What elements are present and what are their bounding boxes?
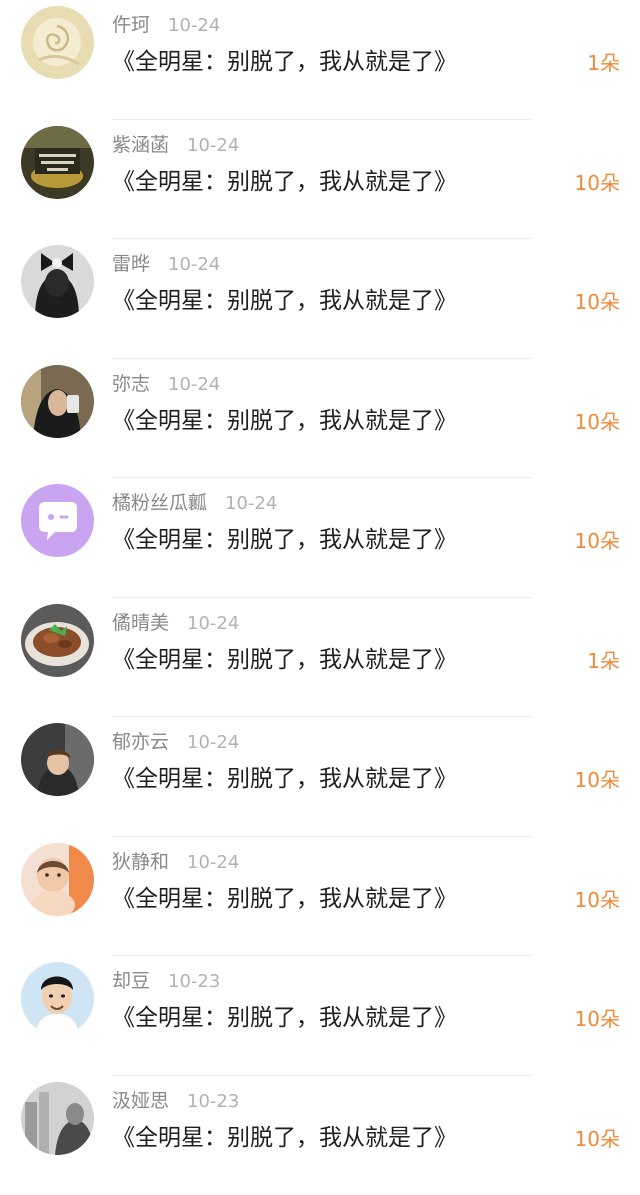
flower-count: 10朵	[575, 884, 620, 916]
item-title[interactable]: 《全明星：别脱了，我从就是了》	[112, 403, 457, 439]
item-date: 10-24	[187, 135, 239, 156]
flower-count: 10朵	[575, 406, 620, 438]
item-date: 10-24	[168, 254, 220, 275]
item-title[interactable]: 《全明星：别脱了，我从就是了》	[112, 1000, 457, 1036]
item-date: 10-23	[168, 971, 220, 992]
list-item[interactable]: 狄静和 10-24 《全明星：别脱了，我从就是了》 10朵	[0, 837, 640, 957]
item-meta: 橘粉丝瓜瓤 10-24	[112, 488, 277, 518]
item-meta: 却豆 10-23	[112, 966, 220, 996]
grey-photo-avatar[interactable]	[21, 1082, 94, 1155]
item-date: 10-23	[187, 1091, 239, 1112]
food-avatar[interactable]	[21, 604, 94, 677]
reward-list: 仵珂 10-24 《全明星：别脱了，我从就是了》 1朵 紫涵菡 10-24 《全明星…	[0, 0, 640, 1173]
item-title[interactable]: 《全明星：别脱了，我从就是了》	[112, 44, 457, 80]
flower-count: 1朵	[587, 645, 620, 677]
user-name[interactable]: 弥志	[112, 373, 150, 395]
flower-count: 10朵	[575, 525, 620, 557]
flower-count: 10朵	[575, 1123, 620, 1155]
item-date: 10-24	[225, 493, 277, 514]
flower-count: 10朵	[575, 286, 620, 318]
list-item[interactable]: 紫涵菡 10-24 《全明星：别脱了，我从就是了》 10朵	[0, 120, 640, 240]
list-item[interactable]: 仵珂 10-24 《全明星：别脱了，我从就是了》 1朵	[0, 0, 640, 120]
user-name[interactable]: 狄静和	[112, 851, 169, 873]
flower-count: 1朵	[587, 47, 620, 79]
list-item[interactable]: 弥志 10-24 《全明星：别脱了，我从就是了》 10朵	[0, 359, 640, 479]
item-title[interactable]: 《全明星：别脱了，我从就是了》	[112, 761, 457, 797]
flower-count: 10朵	[575, 1003, 620, 1035]
user-name[interactable]: 仵珂	[112, 14, 150, 36]
item-meta: 紫涵菡 10-24	[112, 130, 239, 160]
item-title[interactable]: 《全明星：别脱了，我从就是了》	[112, 164, 457, 200]
item-meta: 汲娅思 10-23	[112, 1086, 239, 1116]
chat-bubble-avatar[interactable]	[21, 484, 94, 557]
user-name[interactable]: 紫涵菡	[112, 134, 169, 156]
user-name[interactable]: 雷晔	[112, 253, 150, 275]
item-meta: 仵珂 10-24	[112, 10, 220, 40]
item-meta: 狄静和 10-24	[112, 847, 239, 877]
item-date: 10-24	[168, 15, 220, 36]
selfie-girl-avatar[interactable]	[21, 365, 94, 438]
item-meta: 雷晔 10-24	[112, 249, 220, 279]
user-name[interactable]: 僪晴美	[112, 612, 169, 634]
item-date: 10-24	[187, 732, 239, 753]
item-title[interactable]: 《全明星：别脱了，我从就是了》	[112, 881, 457, 917]
rose-avatar[interactable]	[21, 6, 94, 79]
flower-count: 10朵	[575, 764, 620, 796]
user-name[interactable]: 汲娅思	[112, 1090, 169, 1112]
baby-avatar[interactable]	[21, 843, 94, 916]
item-date: 10-24	[187, 852, 239, 873]
flower-count: 10朵	[575, 167, 620, 199]
item-date: 10-24	[168, 374, 220, 395]
user-name[interactable]: 橘粉丝瓜瓤	[112, 492, 207, 514]
user-name[interactable]: 却豆	[112, 970, 150, 992]
list-item[interactable]: 橘粉丝瓜瓤 10-24 《全明星：别脱了，我从就是了》 10朵	[0, 478, 640, 598]
list-item[interactable]: 却豆 10-23 《全明星：别脱了，我从就是了》 10朵	[0, 956, 640, 1076]
item-title[interactable]: 《全明星：别脱了，我从就是了》	[112, 522, 457, 558]
list-item[interactable]: 雷晔 10-24 《全明星：别脱了，我从就是了》 10朵	[0, 239, 640, 359]
bow-girl-avatar[interactable]	[21, 245, 94, 318]
list-item[interactable]: 僪晴美 10-24 《全明星：别脱了，我从就是了》 1朵	[0, 598, 640, 718]
cartoon-man-avatar[interactable]	[21, 962, 94, 1035]
item-meta: 僪晴美 10-24	[112, 608, 239, 638]
september-avatar[interactable]	[21, 126, 94, 199]
item-meta: 弥志 10-24	[112, 369, 220, 399]
item-title[interactable]: 《全明星：别脱了，我从就是了》	[112, 1120, 457, 1156]
item-title[interactable]: 《全明星：别脱了，我从就是了》	[112, 283, 457, 319]
item-title[interactable]: 《全明星：别脱了，我从就是了》	[112, 642, 457, 678]
list-item[interactable]: 郁亦云 10-24 《全明星：别脱了，我从就是了》 10朵	[0, 717, 640, 837]
item-date: 10-24	[187, 613, 239, 634]
user-name[interactable]: 郁亦云	[112, 731, 169, 753]
item-meta: 郁亦云 10-24	[112, 727, 239, 757]
list-item[interactable]: 汲娅思 10-23 《全明星：别脱了，我从就是了》 10朵	[0, 1076, 640, 1195]
child-avatar[interactable]	[21, 723, 94, 796]
